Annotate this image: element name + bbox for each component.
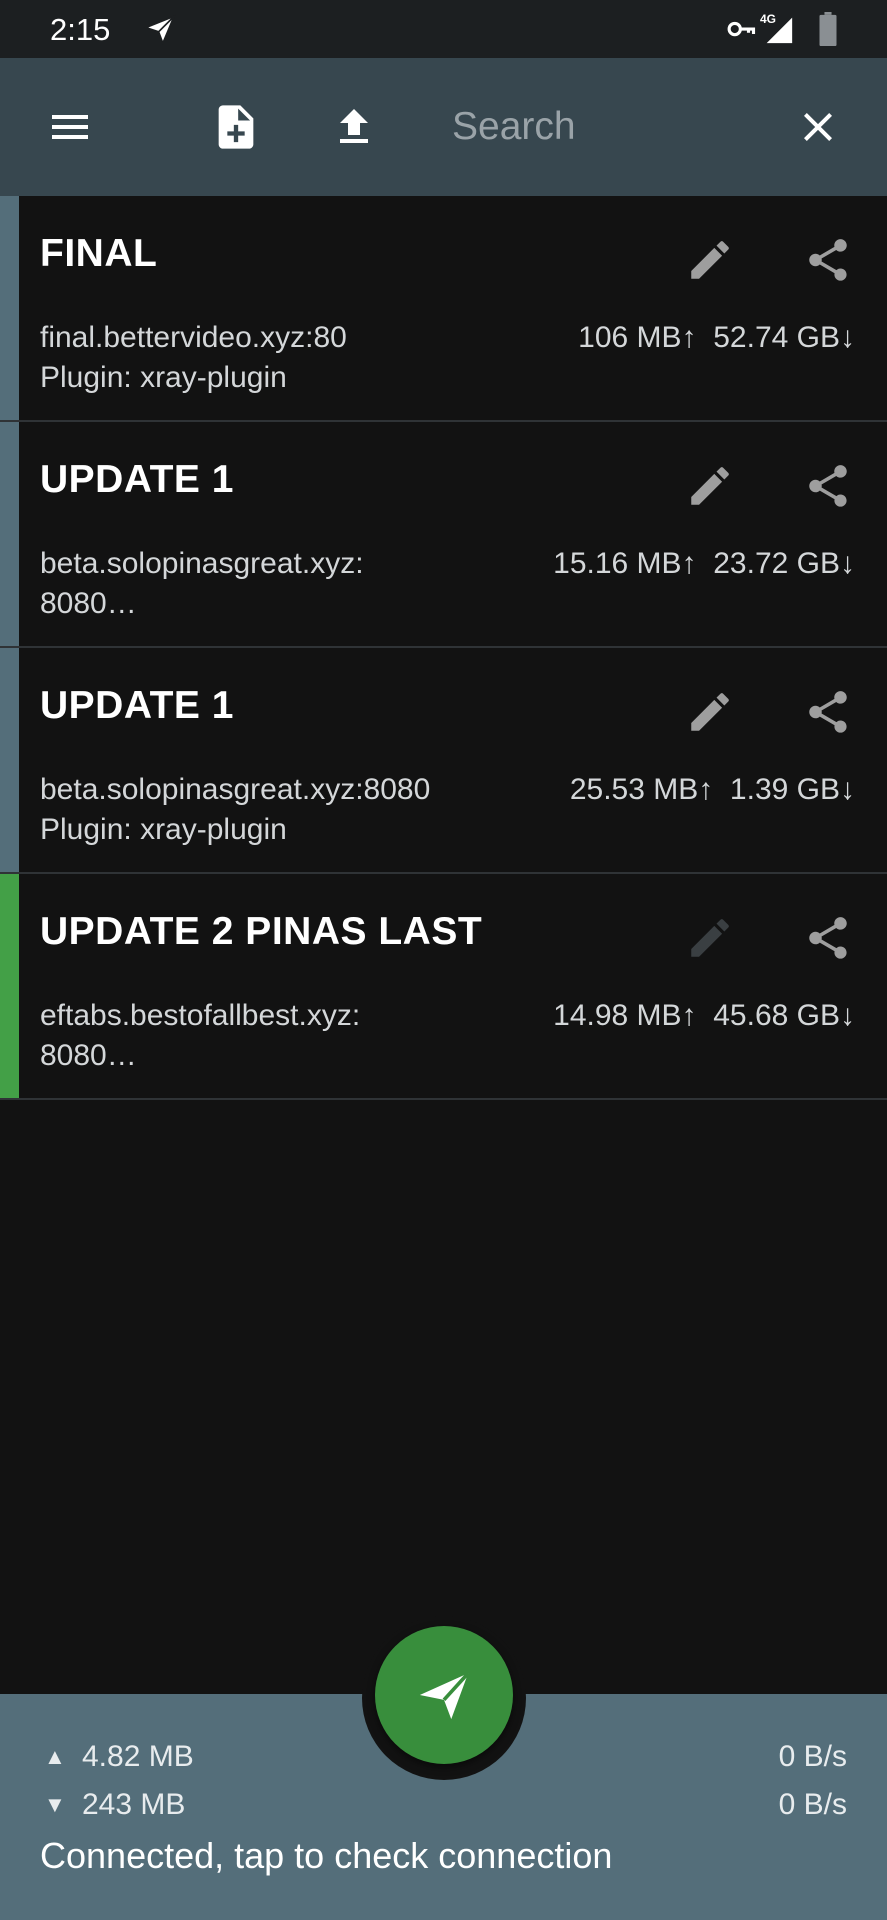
import-button[interactable]	[314, 58, 394, 196]
profile-name: UPDATE 1	[40, 684, 234, 727]
share-button[interactable]	[788, 450, 868, 522]
connect-button[interactable]	[375, 1626, 513, 1764]
share-icon	[809, 239, 847, 281]
connection-status[interactable]: Connected, tap to check connection	[40, 1835, 612, 1877]
profile-detail: Plugin: xray-plugin	[40, 813, 287, 846]
status-time: 2:15	[50, 12, 111, 47]
profile-traffic: 15.16 MB↑ 23.72 GB↓	[553, 544, 855, 584]
profile-detail: 8080…	[40, 1039, 137, 1072]
share-button[interactable]	[788, 224, 868, 296]
share-icon	[809, 691, 847, 733]
profile-indicator	[0, 196, 19, 420]
menu-icon	[52, 115, 88, 139]
profile-name: FINAL	[40, 232, 158, 275]
download-rate: 0 B/s	[778, 1788, 847, 1821]
pencil-icon	[691, 693, 729, 731]
profile-name: UPDATE 1	[40, 458, 234, 501]
profile-traffic: 106 MB↑ 52.74 GB↓	[578, 318, 855, 358]
battery-icon	[819, 12, 837, 46]
send-icon	[419, 1672, 470, 1720]
profile-list: FINAL final.bettervideo.xyz:80 Plugin: x…	[0, 196, 887, 1100]
profile-upload: 25.53 MB↑	[569, 773, 714, 806]
network-type-label: 4G	[760, 12, 777, 26]
vpn-key-icon	[727, 21, 756, 37]
edit-button[interactable]	[670, 450, 750, 522]
pencil-icon	[691, 919, 729, 957]
profile-download: 52.74 GB↓	[713, 321, 855, 354]
search-input[interactable]	[450, 96, 754, 158]
profile-name: UPDATE 2 PINAS LAST	[40, 910, 483, 953]
profile-indicator	[0, 422, 19, 646]
profile-traffic: 25.53 MB↑ 1.39 GB↓	[570, 770, 855, 810]
download-total: 243 MB	[82, 1788, 186, 1821]
profile-detail: Plugin: xray-plugin	[40, 361, 287, 394]
profile-host: final.bettervideo.xyz:80	[40, 321, 347, 354]
pencil-icon	[691, 241, 729, 279]
profile-upload: 14.98 MB↑	[553, 999, 697, 1032]
profile-host: beta.solopinasgreat.xyz:8080	[40, 773, 431, 806]
profile-item[interactable]: UPDATE 1 beta.solopinasgreat.xyz:8080 Pl…	[0, 648, 887, 874]
toolbar	[0, 58, 887, 196]
share-button[interactable]	[788, 676, 868, 748]
profile-host: beta.solopinasgreat.xyz:	[40, 547, 364, 580]
profile-download: 23.72 GB↓	[713, 547, 855, 580]
profile-address: beta.solopinasgreat.xyz: 8080…	[40, 544, 450, 624]
send-icon	[143, 14, 176, 46]
profile-detail: 8080…	[40, 587, 137, 620]
close-search-button[interactable]	[778, 58, 858, 196]
profile-item[interactable]: FINAL final.bettervideo.xyz:80 Plugin: x…	[0, 196, 887, 422]
upload-rate: 0 B/s	[778, 1740, 847, 1773]
profile-address: eftabs.bestofallbest.xyz: 8080…	[40, 996, 450, 1076]
status-bar: 2:15 4G	[0, 0, 887, 58]
edit-button-disabled	[670, 902, 750, 974]
profile-download: 1.39 GB↓	[729, 773, 855, 806]
profile-indicator-selected	[0, 874, 19, 1098]
profile-traffic: 14.98 MB↑ 45.68 GB↓	[553, 996, 855, 1036]
pencil-icon	[691, 467, 729, 505]
profile-address: final.bettervideo.xyz:80 Plugin: xray-pl…	[40, 318, 450, 398]
profile-upload: 15.16 MB↑	[553, 547, 697, 580]
profile-upload: 106 MB↑	[578, 321, 697, 354]
add-profile-button[interactable]	[196, 58, 276, 196]
upload-arrow-icon: ▲	[44, 1744, 66, 1769]
share-icon	[809, 465, 847, 507]
profile-address: beta.solopinasgreat.xyz:8080 Plugin: xra…	[40, 770, 450, 850]
download-arrow-icon: ▼	[44, 1792, 66, 1817]
profile-download: 45.68 GB↓	[713, 999, 855, 1032]
edit-button[interactable]	[670, 224, 750, 296]
upload-icon	[340, 109, 368, 143]
profile-host: eftabs.bestofallbest.xyz:	[40, 999, 361, 1032]
note-add-icon	[218, 105, 254, 149]
edit-button[interactable]	[670, 676, 750, 748]
share-button[interactable]	[788, 902, 868, 974]
share-icon	[809, 917, 847, 959]
profile-item[interactable]: UPDATE 1 beta.solopinasgreat.xyz: 8080… …	[0, 422, 887, 648]
close-icon	[804, 113, 832, 141]
menu-button[interactable]	[30, 58, 110, 196]
profile-item-selected[interactable]: UPDATE 2 PINAS LAST eftabs.bestofallbest…	[0, 874, 887, 1100]
profile-indicator	[0, 648, 19, 872]
upload-total: 4.82 MB	[82, 1740, 194, 1773]
